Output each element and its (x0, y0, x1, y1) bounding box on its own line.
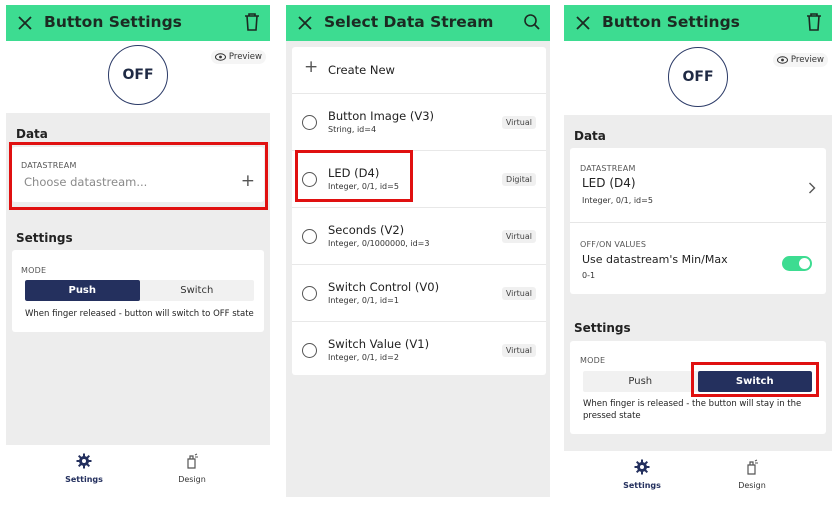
eye-icon (776, 56, 788, 64)
highlight-box (691, 362, 819, 397)
onoff-value: Use datastream's Min/Max (582, 253, 728, 266)
stream-type-badge: Virtual (501, 230, 536, 243)
onoff-values-row: OFF/ON VALUES Use datastream's Min/Max 0… (570, 223, 826, 294)
mode-help-text: When finger is released - the button wil… (583, 399, 802, 421)
bottom-tab-bar: Settings Design (564, 451, 832, 497)
gear-icon (76, 453, 92, 469)
tab-settings[interactable]: Settings (612, 459, 672, 490)
preview-label: Preview (790, 55, 824, 65)
preview-toggle[interactable]: Preview (210, 50, 266, 64)
page-title: Button Settings (44, 13, 182, 31)
onoff-range: 0-1 (582, 271, 596, 280)
eye-icon (214, 53, 226, 61)
gear-icon (634, 459, 650, 475)
select-datastream-panel: Select Data Stream + Create New Button I… (286, 5, 550, 497)
preview-area: OFF Preview (6, 41, 270, 113)
stream-detail: Integer, 0/1, id=2 (328, 353, 399, 362)
button-preview[interactable]: OFF (108, 45, 168, 105)
bottom-tab-bar: Settings Design (6, 445, 270, 495)
preview-area: OFF Preview (564, 41, 832, 115)
top-bar: Select Data Stream (286, 5, 550, 41)
chevron-right-icon (809, 182, 816, 194)
list-item[interactable]: Button Image (V3) String, id=4 Virtual (292, 93, 546, 150)
stream-detail: String, id=4 (328, 125, 377, 134)
mode-card: MODE Push Switch When finger released - … (12, 250, 264, 332)
button-settings-panel-empty: Button Settings OFF Preview Data DATASTR… (6, 5, 270, 495)
minmax-toggle[interactable] (782, 256, 812, 271)
settings-section-title: Settings (16, 231, 73, 245)
preview-label: Preview (228, 52, 262, 62)
mode-label: MODE (21, 266, 47, 275)
highlight-box (9, 142, 268, 210)
close-icon[interactable] (16, 14, 34, 32)
mode-switch-option[interactable]: Switch (140, 280, 255, 301)
create-new-row[interactable]: + Create New (292, 47, 546, 93)
data-section-title: Data (574, 129, 606, 143)
tab-design-label: Design (738, 481, 766, 490)
list-item[interactable]: Switch Control (V0) Integer, 0/1, id=1 V… (292, 264, 546, 321)
mode-help-text: When finger released - button will switc… (25, 309, 254, 319)
data-section-title: Data (16, 127, 48, 141)
onoff-label: OFF/ON VALUES (580, 240, 647, 249)
plus-icon: + (304, 57, 319, 77)
preview-toggle[interactable]: Preview (772, 53, 828, 67)
page-title: Select Data Stream (324, 13, 494, 31)
mode-label: MODE (580, 356, 606, 365)
datastream-list: + Create New Button Image (V3) String, i… (292, 47, 546, 375)
datastream-row[interactable]: DATASTREAM LED (D4) Integer, 0/1, id=5 (570, 148, 826, 223)
settings-section-title: Settings (574, 321, 631, 335)
top-bar: Button Settings (564, 5, 832, 41)
datastream-detail: Integer, 0/1, id=5 (582, 196, 653, 205)
radio-button[interactable] (302, 343, 317, 358)
tab-design-label: Design (178, 475, 206, 484)
datastream-value: LED (D4) (582, 176, 636, 190)
stream-type-badge: Virtual (501, 287, 536, 300)
stream-type-badge: Virtual (501, 116, 536, 129)
tab-settings-label: Settings (623, 481, 661, 490)
radio-button[interactable] (302, 229, 317, 244)
stream-detail: Integer, 0/1, id=1 (328, 296, 399, 305)
mode-push-option[interactable]: Push (25, 280, 140, 301)
datastream-label: DATASTREAM (580, 164, 636, 173)
toggle-knob (799, 258, 810, 269)
stream-detail: Integer, 0/1000000, id=3 (328, 239, 430, 248)
list-item[interactable]: Switch Value (V1) Integer, 0/1, id=2 Vir… (292, 321, 546, 375)
search-icon[interactable] (523, 12, 541, 32)
stream-type-badge: Virtual (501, 344, 536, 357)
create-new-label: Create New (328, 63, 395, 77)
paint-bucket-icon (747, 459, 758, 475)
page-title: Button Settings (602, 13, 740, 31)
trash-icon[interactable] (805, 12, 823, 32)
mode-push-option[interactable]: Push (583, 371, 698, 392)
stream-name: Button Image (V3) (328, 109, 435, 123)
mode-segmented-control: Push Switch (25, 280, 254, 301)
radio-button[interactable] (302, 115, 317, 130)
button-settings-panel-configured: Button Settings OFF Preview Data DATASTR… (564, 5, 832, 497)
stream-type-badge: Digital (502, 173, 536, 186)
top-bar: Button Settings (6, 5, 270, 41)
close-icon[interactable] (574, 14, 592, 32)
tab-design[interactable]: Design (162, 453, 222, 484)
tab-settings-label: Settings (65, 475, 103, 484)
paint-bucket-icon (187, 453, 198, 469)
tab-settings[interactable]: Settings (54, 453, 114, 484)
stream-name: Switch Value (V1) (328, 337, 430, 351)
button-preview[interactable]: OFF (668, 47, 728, 107)
stream-name: Seconds (V2) (328, 223, 405, 237)
tab-design[interactable]: Design (722, 459, 782, 490)
datastream-card: DATASTREAM LED (D4) Integer, 0/1, id=5 O… (570, 148, 826, 294)
list-item[interactable]: Seconds (V2) Integer, 0/1000000, id=3 Vi… (292, 207, 546, 264)
trash-icon[interactable] (243, 12, 261, 32)
close-icon[interactable] (296, 14, 314, 32)
highlight-box (295, 150, 413, 202)
radio-button[interactable] (302, 286, 317, 301)
stream-name: Switch Control (V0) (328, 280, 440, 294)
